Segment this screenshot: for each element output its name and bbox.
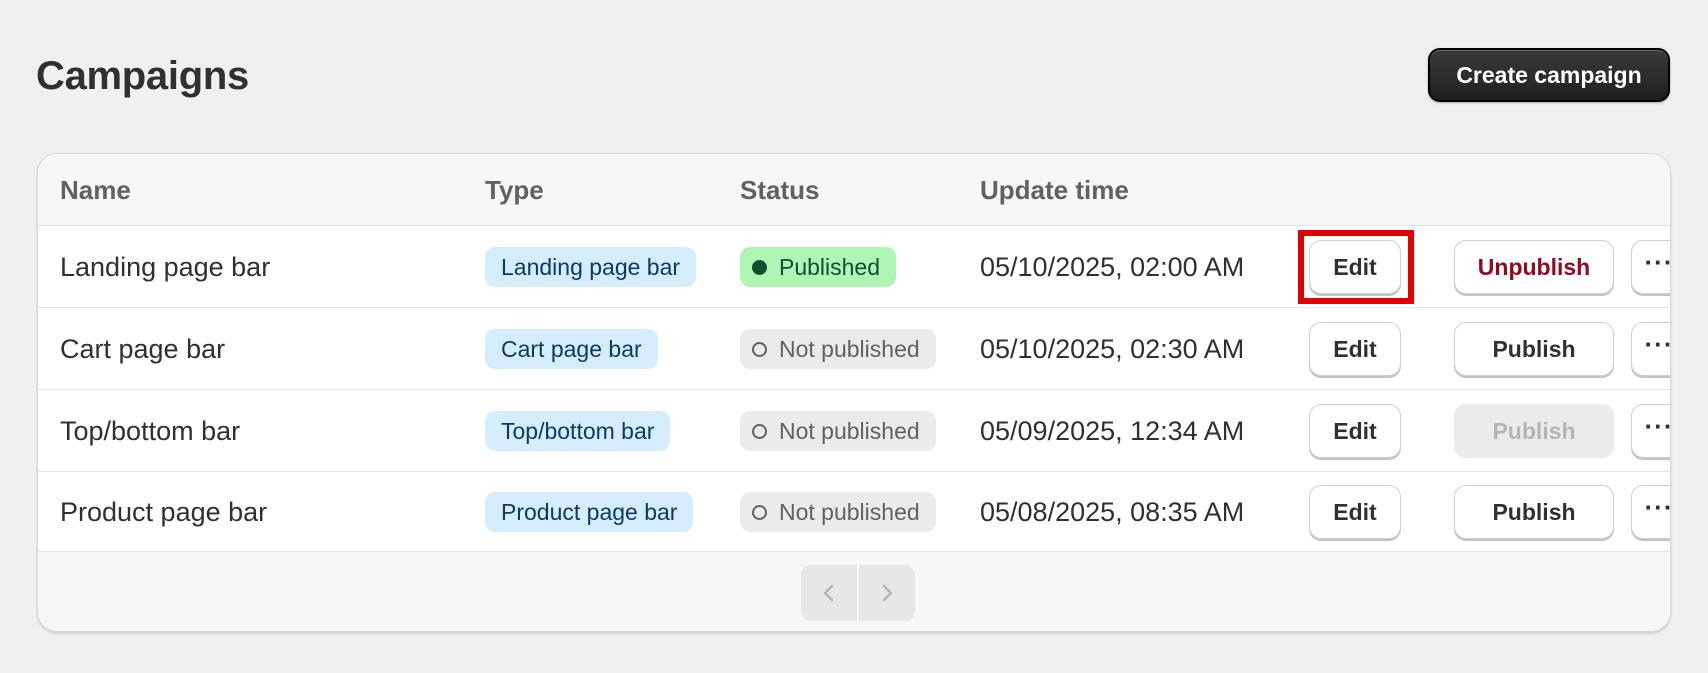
create-campaign-button[interactable]: Create campaign — [1428, 48, 1670, 102]
status-label: Published — [779, 253, 881, 280]
update-time: 05/10/2025, 02:30 AM — [980, 333, 1245, 364]
status-badge: Not published — [740, 492, 936, 532]
campaign-name: Top/bottom bar — [60, 415, 241, 446]
status-badge: Not published — [740, 329, 936, 369]
status-badge: Not published — [740, 411, 936, 451]
table-footer — [38, 552, 1670, 631]
more-actions-button[interactable]: ··· — [1631, 240, 1671, 294]
update-time: 05/08/2025, 08:35 AM — [980, 496, 1245, 527]
status-label: Not published — [779, 417, 920, 444]
chevron-left-icon — [823, 584, 834, 602]
table-row: Top/bottom bar Top/bottom bar Not publis… — [38, 390, 1670, 472]
status-badge: Published — [740, 247, 897, 287]
next-page-button[interactable] — [859, 565, 915, 621]
campaigns-table: Name Type Status Update time Landing pag… — [37, 153, 1671, 632]
pagination — [801, 565, 915, 621]
status-dot-icon — [752, 341, 767, 357]
publish-button[interactable]: Publish — [1454, 485, 1614, 539]
update-time: 05/10/2025, 02:00 AM — [980, 251, 1245, 282]
campaign-name: Product page bar — [60, 496, 268, 527]
table-header: Name Type Status Update time — [38, 154, 1670, 226]
publish-button[interactable]: Publish — [1454, 322, 1614, 376]
status-label: Not published — [779, 335, 920, 362]
column-header-name: Name — [60, 174, 131, 205]
more-horizontal-icon: ··· — [1644, 329, 1671, 359]
chevron-right-icon — [882, 584, 893, 602]
more-actions-button[interactable]: ··· — [1631, 404, 1671, 458]
status-dot-icon — [752, 504, 767, 520]
edit-button[interactable]: Edit — [1309, 240, 1401, 294]
column-header-update-time: Update time — [980, 174, 1129, 205]
type-badge: Landing page bar — [485, 247, 697, 287]
page-title: Campaigns — [36, 54, 249, 98]
status-label: Not published — [779, 498, 920, 525]
type-badge: Top/bottom bar — [485, 411, 671, 451]
column-header-status: Status — [740, 174, 820, 205]
publish-button-disabled: Publish — [1454, 404, 1614, 458]
campaigns-page: Campaigns Create campaign Name Type Stat… — [0, 0, 1708, 673]
type-badge: Cart page bar — [485, 329, 658, 369]
table-row: Cart page bar Cart page bar Not publishe… — [38, 308, 1670, 390]
campaign-name: Cart page bar — [60, 333, 226, 364]
more-horizontal-icon: ··· — [1644, 492, 1671, 522]
previous-page-button[interactable] — [801, 565, 857, 621]
campaign-name: Landing page bar — [60, 251, 271, 282]
more-horizontal-icon: ··· — [1644, 247, 1671, 277]
update-time: 05/09/2025, 12:34 AM — [980, 415, 1245, 446]
more-actions-button[interactable]: ··· — [1631, 485, 1671, 539]
edit-button[interactable]: Edit — [1309, 322, 1401, 376]
more-actions-button[interactable]: ··· — [1631, 322, 1671, 376]
table-row: Product page bar Product page bar Not pu… — [38, 472, 1670, 552]
table-row: Landing page bar Landing page bar Publis… — [38, 226, 1670, 308]
type-badge: Product page bar — [485, 492, 694, 532]
status-dot-icon — [752, 259, 767, 275]
edit-button[interactable]: Edit — [1309, 485, 1401, 539]
more-horizontal-icon: ··· — [1644, 411, 1671, 441]
column-header-type: Type — [485, 174, 544, 205]
edit-button[interactable]: Edit — [1309, 404, 1401, 458]
unpublish-button[interactable]: Unpublish — [1454, 240, 1614, 294]
status-dot-icon — [752, 423, 767, 439]
